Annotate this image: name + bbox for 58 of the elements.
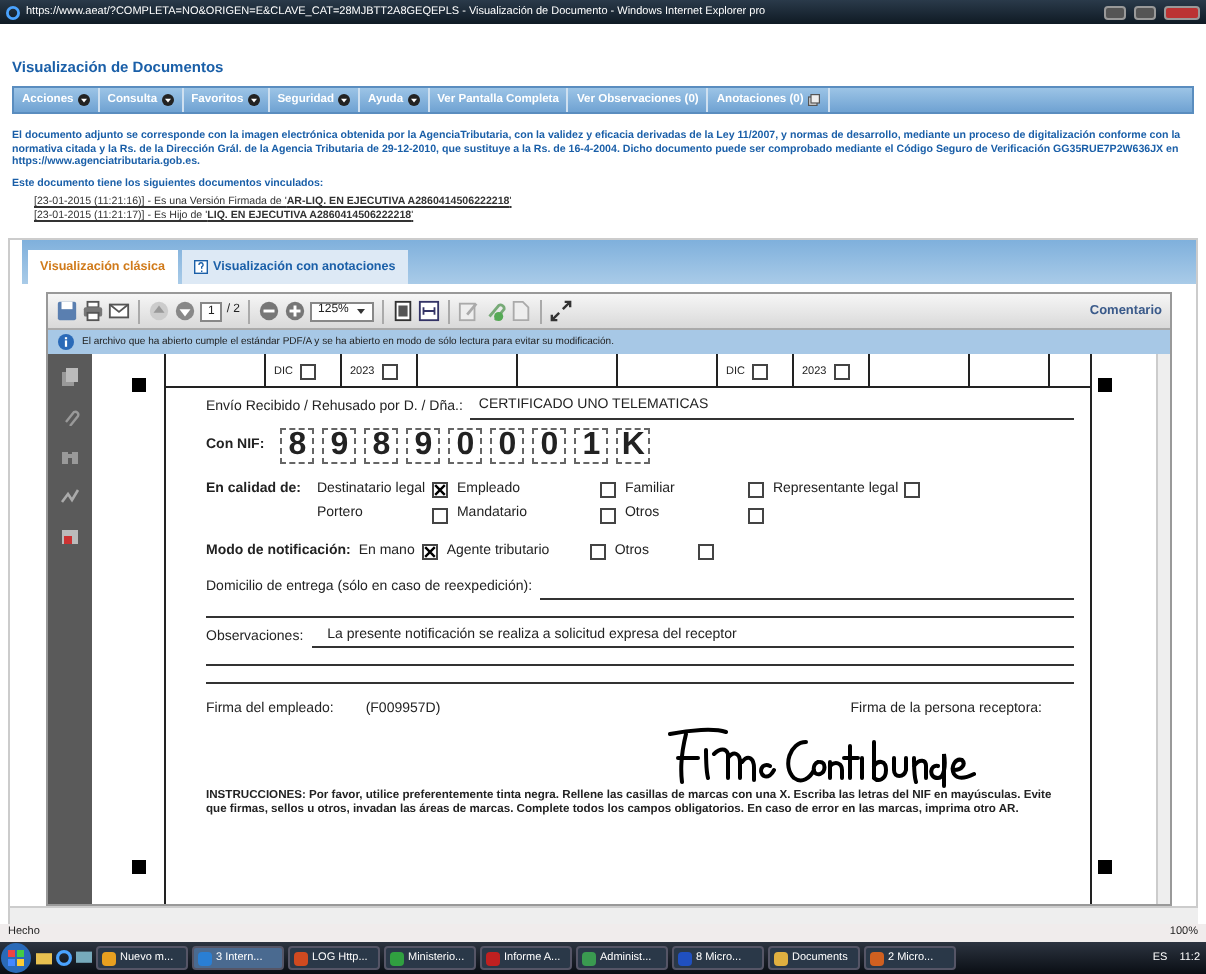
nif-digit: 0	[448, 427, 483, 464]
fit-width-icon[interactable]	[418, 300, 441, 323]
expand-icon[interactable]	[550, 300, 573, 323]
checkbox[interactable]	[698, 544, 715, 561]
checkbox[interactable]	[590, 544, 607, 561]
checkbox[interactable]	[432, 482, 449, 499]
checkbox[interactable]	[748, 482, 765, 499]
save-icon[interactable]	[56, 300, 78, 323]
zoom-out-icon[interactable]	[258, 300, 281, 323]
dropdown-icon	[77, 94, 90, 107]
info-icon	[58, 334, 74, 351]
browser-icon[interactable]	[56, 950, 72, 966]
horizontal-scrollbar[interactable]	[10, 906, 1198, 924]
nif-digit: 0	[490, 427, 525, 464]
registration-mark	[1098, 860, 1112, 875]
nif-digit: K	[616, 427, 651, 464]
attach-icon[interactable]	[484, 300, 507, 323]
paperclip-icon[interactable]	[60, 406, 80, 427]
browser-icon	[6, 5, 20, 19]
mail-icon[interactable]	[108, 300, 130, 323]
zoom-in-icon[interactable]	[284, 300, 307, 323]
checkbox[interactable]	[600, 482, 617, 499]
close-button[interactable]	[1164, 5, 1200, 19]
registration-mark	[132, 860, 146, 875]
nif-digit: 1	[574, 427, 609, 464]
nif-digit: 8	[364, 427, 399, 464]
dropdown-icon	[161, 94, 174, 107]
checkbox[interactable]	[432, 507, 449, 524]
vertical-scrollbar[interactable]	[1156, 354, 1170, 904]
nif-digit: 0	[532, 427, 567, 464]
minimize-button[interactable]	[1104, 5, 1126, 19]
fit-page-icon[interactable]	[392, 300, 415, 323]
maximize-button[interactable]	[1134, 5, 1156, 19]
checkbox[interactable]	[600, 507, 617, 524]
registration-mark	[132, 378, 146, 393]
checkbox[interactable]	[422, 544, 439, 561]
checkbox[interactable]	[904, 482, 921, 499]
checkbox[interactable]	[834, 364, 851, 381]
nif-digit: 9	[322, 427, 357, 464]
dropdown-icon	[407, 94, 420, 107]
nif-digit: 9	[406, 427, 441, 464]
nif-digit: 8	[280, 427, 315, 464]
help-icon	[193, 260, 208, 275]
checkbox[interactable]	[752, 364, 769, 381]
checkbox[interactable]	[300, 364, 317, 381]
folder-icon[interactable]	[36, 950, 52, 966]
desktop-icon[interactable]	[76, 950, 92, 966]
dropdown-icon	[338, 94, 351, 107]
dropdown-icon	[247, 94, 260, 107]
signature-icon[interactable]	[60, 486, 80, 507]
checkbox[interactable]	[748, 507, 765, 524]
registration-mark	[1098, 378, 1112, 393]
caret-icon	[356, 306, 367, 317]
start-button[interactable]	[0, 942, 32, 974]
print-icon[interactable]	[82, 300, 104, 323]
pages-icon[interactable]	[60, 366, 80, 387]
window-icon	[807, 94, 820, 107]
checkbox[interactable]	[382, 364, 399, 381]
